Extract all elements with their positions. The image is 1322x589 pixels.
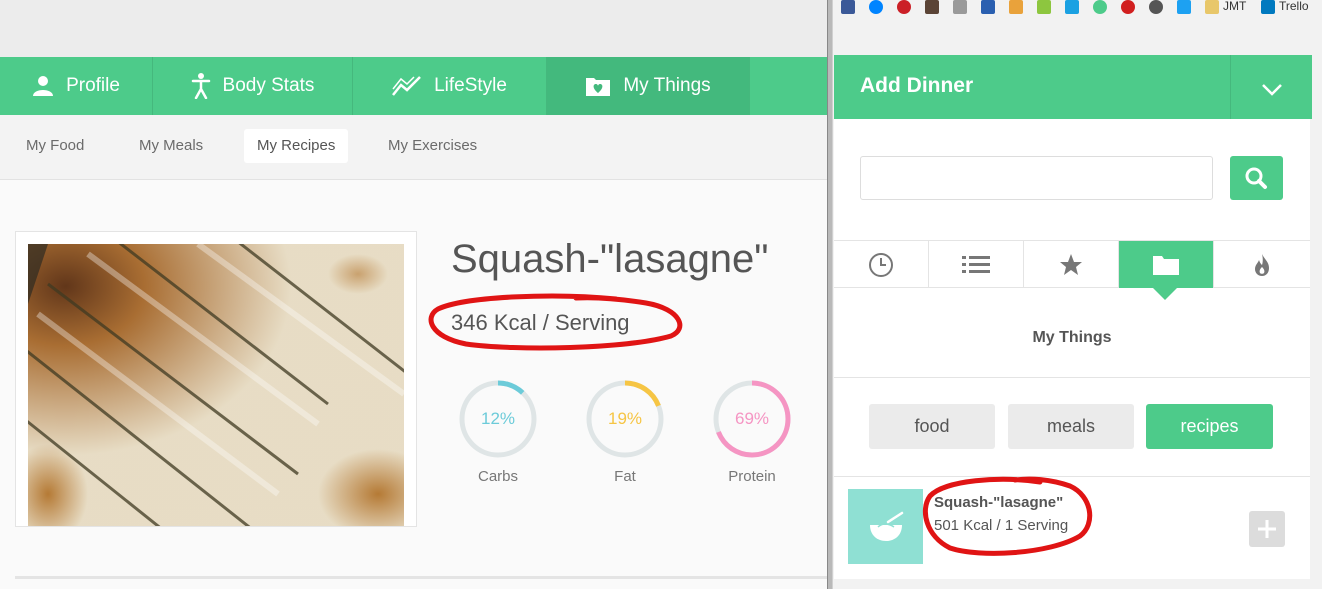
bookmarks-bar: JMT Trello xyxy=(833,0,1322,15)
recipe-photo xyxy=(28,244,404,526)
bookmark-trello[interactable]: Trello xyxy=(1279,0,1309,13)
body-icon xyxy=(191,73,210,99)
annotation-ellipse xyxy=(922,476,1093,556)
bookmark-icon[interactable] xyxy=(1121,0,1135,14)
nav-tab-label: LifeStyle xyxy=(434,75,507,96)
feedly-icon[interactable] xyxy=(1037,0,1051,14)
recipe-photo-frame xyxy=(15,231,417,527)
pinterest-icon[interactable] xyxy=(897,0,911,14)
subnav-my-exercises[interactable]: My Exercises xyxy=(375,129,490,163)
trello-icon[interactable] xyxy=(1261,0,1275,14)
nav-tab-label: Profile xyxy=(66,75,120,96)
macro-percent: 69% xyxy=(734,409,770,428)
subnav-my-meals[interactable]: My Meals xyxy=(126,129,216,163)
twitter-icon[interactable] xyxy=(1177,0,1191,14)
chevron-down-icon xyxy=(1262,84,1282,96)
add-button[interactable] xyxy=(1249,511,1285,547)
tab-list[interactable] xyxy=(929,241,1024,288)
top-bar xyxy=(0,0,827,57)
folder-icon[interactable] xyxy=(1205,0,1219,14)
bookmark-icon[interactable] xyxy=(1093,0,1107,14)
macro-fat: 19% Fat xyxy=(585,379,665,489)
search-button[interactable] xyxy=(1230,156,1283,200)
divider xyxy=(15,576,827,579)
macro-protein: 69% Protein xyxy=(712,379,792,489)
recipe-title: Squash-"lasagne" xyxy=(451,237,769,281)
folder-heart-icon xyxy=(586,78,611,96)
nav-tab-label: My Things xyxy=(623,75,711,96)
nav-tab-lifestyle[interactable]: LifeStyle xyxy=(353,57,547,115)
divider xyxy=(834,377,1310,378)
icon-tabs xyxy=(834,240,1310,288)
main-nav: Profile Body Stats LifeStyle My Things xyxy=(0,57,827,115)
tab-my-things[interactable] xyxy=(1119,241,1214,288)
section-title: My Things xyxy=(1032,329,1112,346)
folder-icon xyxy=(1153,255,1179,275)
bookmark-icon[interactable] xyxy=(953,0,967,14)
panel-header: Add Dinner xyxy=(834,55,1312,119)
nav-tab-label: Body Stats xyxy=(222,75,315,96)
macro-percent: 12% xyxy=(480,409,516,428)
active-tab-indicator xyxy=(1152,287,1178,300)
messenger-icon[interactable] xyxy=(869,0,883,14)
list-icon xyxy=(962,255,990,273)
recipe-thumbnail[interactable] xyxy=(848,489,923,564)
panel-title: Add Dinner xyxy=(860,74,974,97)
side-panel: JMT Trello Add Dinner My Things food mea… xyxy=(833,0,1322,589)
filter-recipes-button[interactable]: recipes xyxy=(1146,404,1273,449)
star-icon xyxy=(1060,253,1082,275)
bookmark-icon[interactable] xyxy=(1149,0,1163,14)
person-icon xyxy=(33,76,54,96)
tab-recent[interactable] xyxy=(834,241,929,288)
nav-tab-my-things[interactable]: My Things xyxy=(547,57,750,115)
bookmark-icon[interactable] xyxy=(981,0,995,14)
nav-tab-profile[interactable]: Profile xyxy=(0,57,153,115)
trend-icon xyxy=(392,76,421,96)
panel-body: My Things food meals recipes Squash-"las… xyxy=(834,119,1310,579)
bookmark-jmt[interactable]: JMT xyxy=(1223,0,1246,13)
annotation-ellipse xyxy=(428,293,683,351)
subnav-my-recipes[interactable]: My Recipes xyxy=(244,129,349,163)
facebook-icon[interactable] xyxy=(841,0,855,14)
bookmark-icon[interactable] xyxy=(1065,0,1079,14)
search-icon xyxy=(1245,167,1267,189)
macro-label: Protein xyxy=(728,468,776,485)
tab-favorites[interactable] xyxy=(1024,241,1119,288)
subnav-my-food[interactable]: My Food xyxy=(13,129,97,163)
bookmark-icon[interactable] xyxy=(1009,0,1023,14)
mixing-bowl-icon xyxy=(870,511,904,541)
collapse-button[interactable] xyxy=(1230,55,1312,119)
macro-label: Fat xyxy=(614,468,636,485)
flame-icon xyxy=(1254,253,1269,276)
macro-percent: 19% xyxy=(607,409,643,428)
search-input[interactable] xyxy=(860,156,1213,200)
sub-nav: My Food My Meals My Recipes My Exercises xyxy=(0,115,827,180)
filter-meals-button[interactable]: meals xyxy=(1008,404,1134,449)
clock-icon xyxy=(869,252,893,277)
instagram-icon[interactable] xyxy=(925,0,939,14)
nav-tab-body-stats[interactable]: Body Stats xyxy=(153,57,353,115)
plus-icon xyxy=(1258,520,1276,538)
macro-carbs: 12% Carbs xyxy=(458,379,538,489)
tab-trending[interactable] xyxy=(1214,241,1309,288)
macro-label: Carbs xyxy=(477,468,518,485)
main-app: Profile Body Stats LifeStyle My Things M xyxy=(0,0,827,589)
filter-food-button[interactable]: food xyxy=(869,404,995,449)
